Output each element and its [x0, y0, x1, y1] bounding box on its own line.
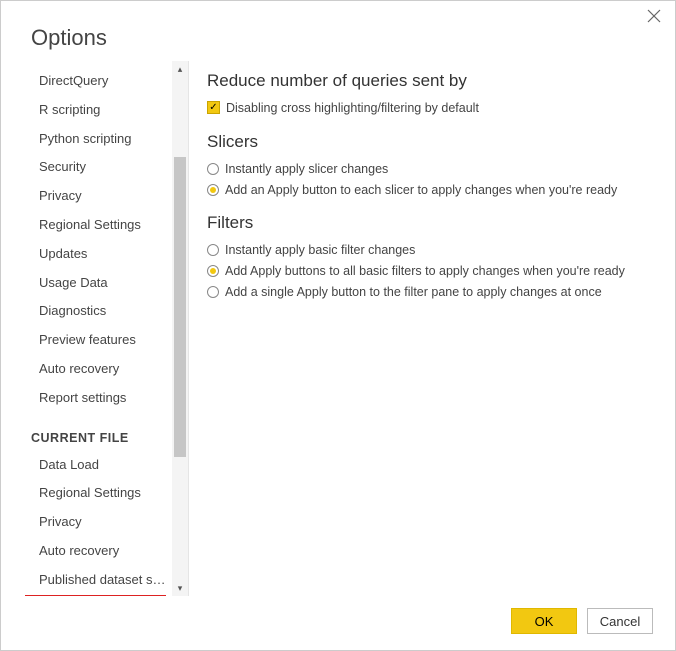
cancel-button[interactable]: Cancel — [587, 608, 653, 634]
sidebar-item-cf-regional-settings[interactable]: Regional Settings — [25, 479, 172, 508]
section-reduce-queries-title: Reduce number of queries sent by — [207, 71, 651, 91]
checkbox-disable-cross-highlight-label: Disabling cross highlighting/filtering b… — [226, 99, 479, 118]
ok-button[interactable]: OK — [511, 608, 577, 634]
scroll-track[interactable] — [172, 77, 188, 580]
sidebar-item-security[interactable]: Security — [25, 153, 172, 182]
sidebar-item-privacy[interactable]: Privacy — [25, 182, 172, 211]
radio-slicer-instant[interactable] — [207, 163, 219, 175]
checkbox-disable-cross-highlight[interactable] — [207, 101, 220, 114]
sidebar-item-auto-recovery[interactable]: Auto recovery — [25, 355, 172, 384]
sidebar-scrollbar[interactable]: ▴ ▾ — [172, 61, 188, 596]
sidebar-item-regional-settings[interactable]: Regional Settings — [25, 211, 172, 240]
radio-filter-instant-label: Instantly apply basic filter changes — [225, 241, 415, 260]
options-dialog: Options DirectQuery R scripting Python s… — [0, 0, 676, 651]
scroll-up-arrow-icon[interactable]: ▴ — [172, 61, 188, 77]
section-filters-title: Filters — [207, 213, 651, 233]
dialog-title: Options — [1, 1, 675, 61]
sidebar-item-report-settings[interactable]: Report settings — [25, 384, 172, 413]
close-button[interactable] — [647, 9, 663, 25]
sidebar-item-r-scripting[interactable]: R scripting — [25, 96, 172, 125]
scroll-down-arrow-icon[interactable]: ▾ — [172, 580, 188, 596]
scroll-thumb[interactable] — [174, 157, 186, 457]
sidebar-item-preview-features[interactable]: Preview features — [25, 326, 172, 355]
radio-filter-single-apply-label: Add a single Apply button to the filter … — [225, 283, 602, 302]
sidebar-item-python-scripting[interactable]: Python scripting — [25, 125, 172, 154]
radio-slicer-apply-button-label: Add an Apply button to each slicer to ap… — [225, 181, 617, 200]
sidebar-item-published-dataset-settings[interactable]: Published dataset set... — [25, 566, 172, 595]
sidebar-item-directquery[interactable]: DirectQuery — [25, 67, 172, 96]
radio-filter-apply-each-label: Add Apply buttons to all basic filters t… — [225, 262, 625, 281]
sidebar-nav: DirectQuery R scripting Python scripting… — [25, 61, 172, 596]
sidebar-item-usage-data[interactable]: Usage Data — [25, 269, 172, 298]
sidebar-item-query-reduction[interactable]: Query reduction — [25, 595, 166, 596]
sidebar-item-data-load[interactable]: Data Load — [25, 451, 172, 480]
sidebar-item-cf-privacy[interactable]: Privacy — [25, 508, 172, 537]
sidebar-item-cf-auto-recovery[interactable]: Auto recovery — [25, 537, 172, 566]
content-pane: Reduce number of queries sent by Disabli… — [207, 61, 651, 596]
radio-filter-single-apply[interactable] — [207, 286, 219, 298]
radio-slicer-apply-button[interactable] — [207, 184, 219, 196]
section-slicers-title: Slicers — [207, 132, 651, 152]
sidebar-item-diagnostics[interactable]: Diagnostics — [25, 297, 172, 326]
radio-filter-apply-each[interactable] — [207, 265, 219, 277]
dialog-footer: OK Cancel — [1, 596, 675, 650]
radio-filter-instant[interactable] — [207, 244, 219, 256]
radio-slicer-instant-label: Instantly apply slicer changes — [225, 160, 388, 179]
sidebar-item-updates[interactable]: Updates — [25, 240, 172, 269]
sidebar-section-current-file: CURRENT FILE — [25, 413, 172, 451]
